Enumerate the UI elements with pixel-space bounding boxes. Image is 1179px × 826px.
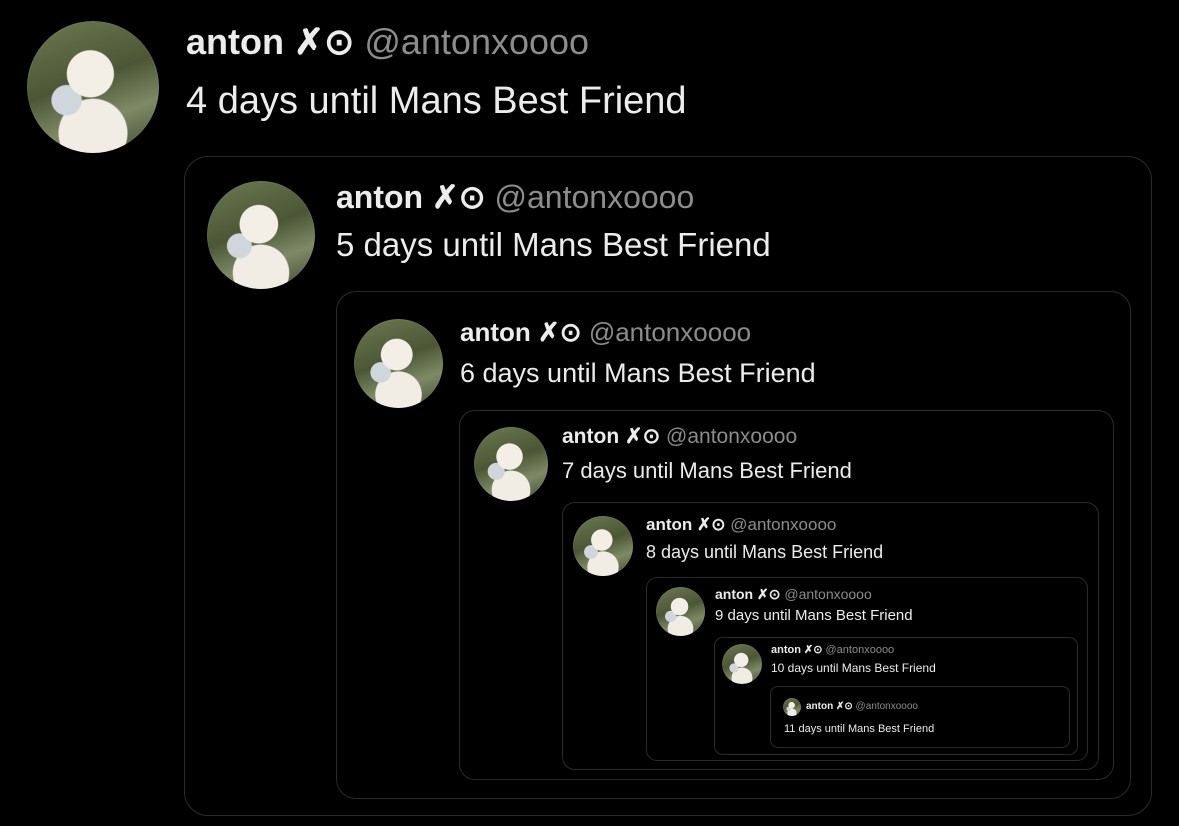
- name-emoji: ✗⊙: [294, 21, 355, 62]
- name-emoji: ✗⊙: [804, 644, 823, 656]
- tweet-header: anton ✗⊙ @antonxoooo: [336, 177, 694, 217]
- avatar[interactable]: [354, 319, 443, 408]
- username[interactable]: @antonxoooo: [730, 515, 836, 534]
- avatar[interactable]: [656, 587, 705, 636]
- username[interactable]: @antonxoooo: [666, 425, 797, 448]
- avatar[interactable]: [573, 516, 633, 576]
- tweet-header: anton ✗⊙ @antonxoooo: [771, 643, 894, 658]
- avatar[interactable]: [207, 181, 315, 289]
- tweet-header: anton ✗⊙ @antonxoooo: [806, 700, 918, 713]
- quoted-tweet-card[interactable]: [770, 686, 1070, 748]
- name-emoji: ✗⊙: [836, 701, 853, 712]
- username[interactable]: @antonxoooo: [784, 586, 871, 602]
- tweet-header: anton ✗⊙ @antonxoooo: [562, 424, 797, 450]
- username[interactable]: @antonxoooo: [364, 21, 589, 62]
- display-name[interactable]: anton: [806, 701, 833, 712]
- tweet-text: 6 days until Mans Best Friend: [460, 358, 816, 388]
- avatar[interactable]: [27, 21, 159, 153]
- name-emoji: ✗⊙: [625, 425, 661, 448]
- tweet-text: 5 days until Mans Best Friend: [336, 226, 771, 263]
- display-name[interactable]: anton: [336, 179, 423, 215]
- tweet-header: anton ✗⊙ @antonxoooo: [186, 20, 589, 64]
- username[interactable]: @antonxoooo: [589, 317, 751, 347]
- display-name[interactable]: anton: [186, 21, 284, 62]
- tweet-text: 8 days until Mans Best Friend: [646, 542, 884, 562]
- tweet-header: anton ✗⊙ @antonxoooo: [715, 585, 872, 603]
- name-emoji: ✗⊙: [697, 515, 726, 534]
- avatar[interactable]: [722, 644, 762, 684]
- display-name[interactable]: anton: [562, 425, 619, 448]
- display-name[interactable]: anton: [771, 644, 801, 656]
- tweet-text: 10 days until Mans Best Friend: [771, 661, 936, 675]
- tweet-header: anton ✗⊙ @antonxoooo: [646, 514, 836, 536]
- tweet-text: 9 days until Mans Best Friend: [715, 607, 913, 624]
- name-emoji: ✗⊙: [538, 317, 582, 347]
- display-name[interactable]: anton: [646, 515, 692, 534]
- avatar[interactable]: [783, 698, 801, 716]
- name-emoji: ✗⊙: [757, 586, 781, 602]
- tweet-text: 7 days until Mans Best Friend: [562, 458, 852, 483]
- display-name[interactable]: anton: [460, 317, 531, 347]
- username[interactable]: @antonxoooo: [495, 179, 695, 215]
- tweet-text: 4 days until Mans Best Friend: [186, 80, 687, 122]
- tweet-text: 11 days until Mans Best Friend: [784, 723, 935, 735]
- username[interactable]: @antonxoooo: [826, 644, 895, 656]
- display-name[interactable]: anton: [715, 586, 753, 602]
- tweet-header: anton ✗⊙ @antonxoooo: [460, 316, 751, 348]
- avatar[interactable]: [474, 427, 548, 501]
- username[interactable]: @antonxoooo: [856, 701, 918, 712]
- name-emoji: ✗⊙: [431, 179, 486, 215]
